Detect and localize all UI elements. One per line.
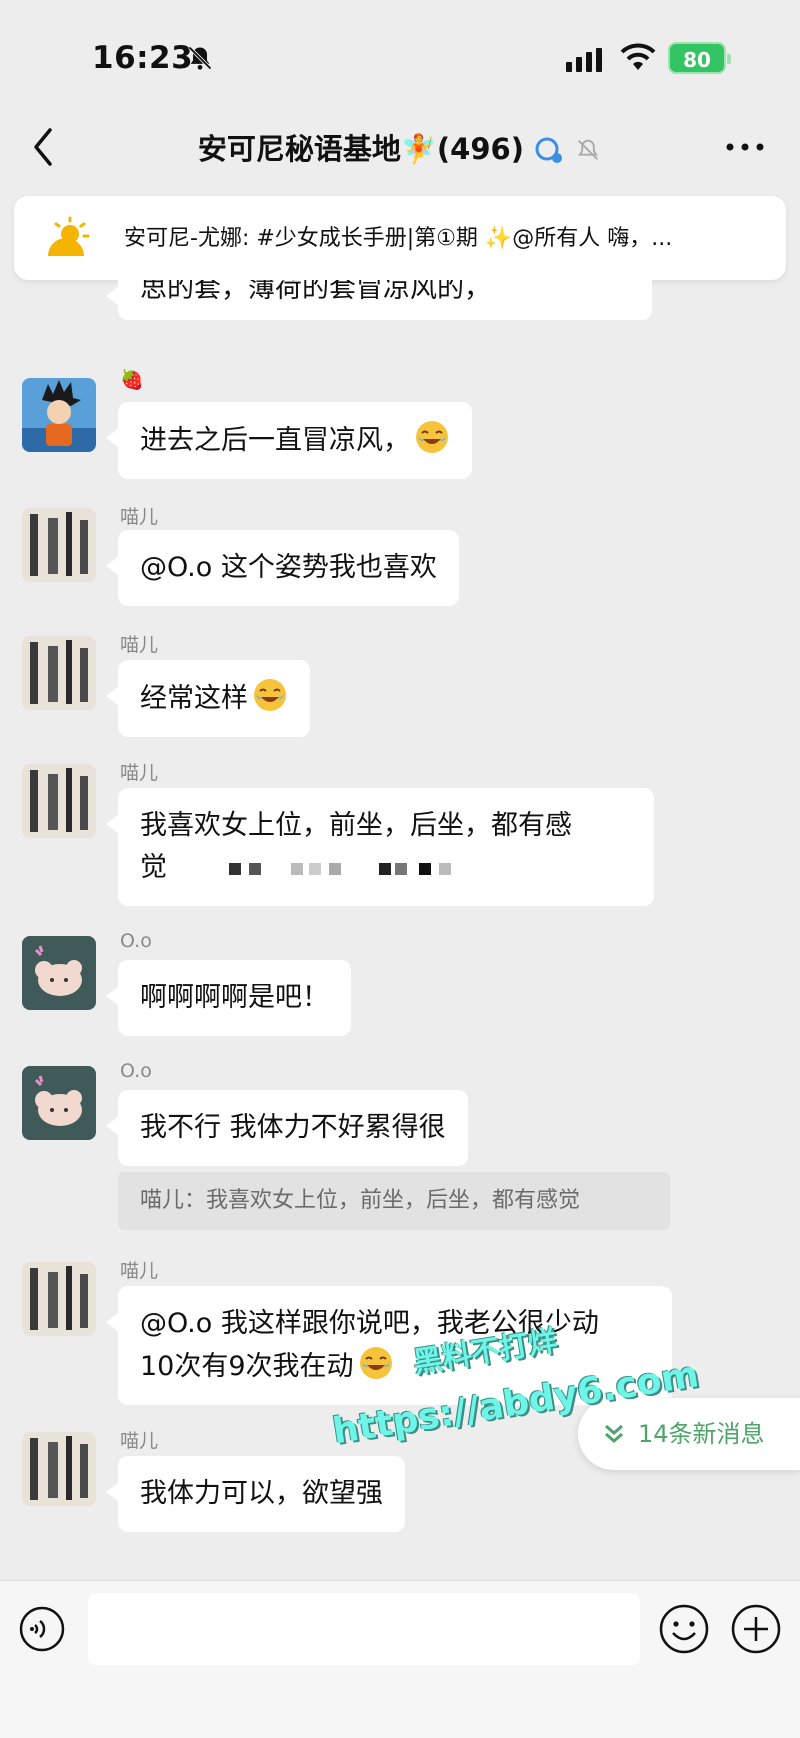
message-bubble[interactable]: 啊啊啊啊是吧！ [106,960,351,1036]
sender-name: 喵儿 [120,634,159,656]
message-input[interactable] [88,1593,640,1665]
chat-header: 安可尼秘语基地🧚(496) [0,110,800,190]
message-text: 进去之后一直冒凉风， [140,425,410,456]
mute-icon [578,139,599,160]
laugh-cry-emoji-icon [254,679,286,711]
more-icon[interactable] [720,132,770,162]
laugh-cry-emoji-icon [416,421,448,453]
sender-name: O.o [120,930,152,952]
sender-name: 喵儿 [120,1260,159,1282]
message-text-line: 我喜欢女上位，前坐，后坐，都有感 [140,810,572,841]
message-bubble[interactable]: 我体力可以，欲望强 [106,1456,405,1532]
avatar[interactable] [22,936,96,1010]
battery-indicator: 80 [668,42,731,74]
sender-name: 喵儿 [120,1430,159,1452]
message-text-line: 觉 [140,852,167,883]
sender-name: 喵儿 [120,506,159,528]
chat-title-text: 安可尼秘语基地🧚(496) [197,132,524,166]
message-bubble[interactable]: 进去之后一直冒凉风， [106,402,472,479]
message-text: 啊啊啊啊是吧！ [140,982,329,1013]
sender-name: 喵儿 [120,762,159,784]
avatar[interactable] [22,636,96,710]
voice-icon[interactable] [18,1605,66,1653]
sun-icon [48,216,90,256]
input-bar [0,1580,800,1738]
message-text: 我体力可以，欲望强 [140,1478,383,1509]
sender-name: 🍓 [120,369,144,391]
message-text: 我不行 我体力不好累得很 [140,1112,446,1143]
status-bar: 16:23 80 [0,0,800,110]
wifi-icon [620,43,656,70]
avatar[interactable] [22,508,96,582]
blurred-content [229,862,451,875]
avatar[interactable] [22,1262,96,1336]
message-text: 经常这样 [140,683,248,714]
emoji-icon[interactable] [658,1603,710,1655]
message-bubble[interactable]: 我不行 我体力不好累得很 [106,1090,468,1166]
avatar[interactable] [22,764,96,838]
message-text-line: 10次有9次我在动 [140,1351,354,1382]
pinned-announcement[interactable]: 安可尼-尤娜: #少女成长手册|第①期 ✨@所有人 嗨，... [14,196,786,280]
laugh-cry-emoji-icon [359,1347,392,1379]
message-bubble[interactable]: 我喜欢女上位，前坐，后坐，都有感 觉 [106,788,654,906]
double-chevron-down-icon [605,1424,623,1443]
avatar[interactable] [22,1066,96,1140]
plus-icon[interactable] [730,1603,782,1655]
chat-badge-icon [535,137,563,163]
sender-name: O.o [120,1060,152,1082]
bell-off-icon [188,46,212,70]
avatar[interactable] [22,1432,96,1506]
message-bubble[interactable]: 经常这样 [106,660,310,737]
message-text-row: 觉 [140,847,632,889]
new-messages-label: 14条新消息 [638,1420,765,1448]
status-time: 16:23 [92,40,194,76]
signal-icon [566,48,602,72]
message-bubble[interactable]: @O.o 这个姿势我也喜欢 [106,530,459,606]
quoted-message[interactable]: 喵儿：我喜欢女上位，前坐，后坐，都有感觉 [118,1172,670,1230]
message-text-line: @O.o 我这样跟你说吧，我老公很少动 [140,1308,599,1339]
chat-title: 安可尼秘语基地🧚(496) [0,126,800,168]
avatar[interactable] [22,378,96,452]
message-text: 思的套，薄荷的套冒凉风的， [140,280,491,304]
message-text: @O.o 这个姿势我也喜欢 [140,552,437,583]
message-bubble[interactable]: 思的套，薄荷的套冒凉风的， [106,280,652,320]
pinned-text: 安可尼-尤娜: #少女成长手册|第①期 ✨@所有人 嗨，... [124,226,673,251]
